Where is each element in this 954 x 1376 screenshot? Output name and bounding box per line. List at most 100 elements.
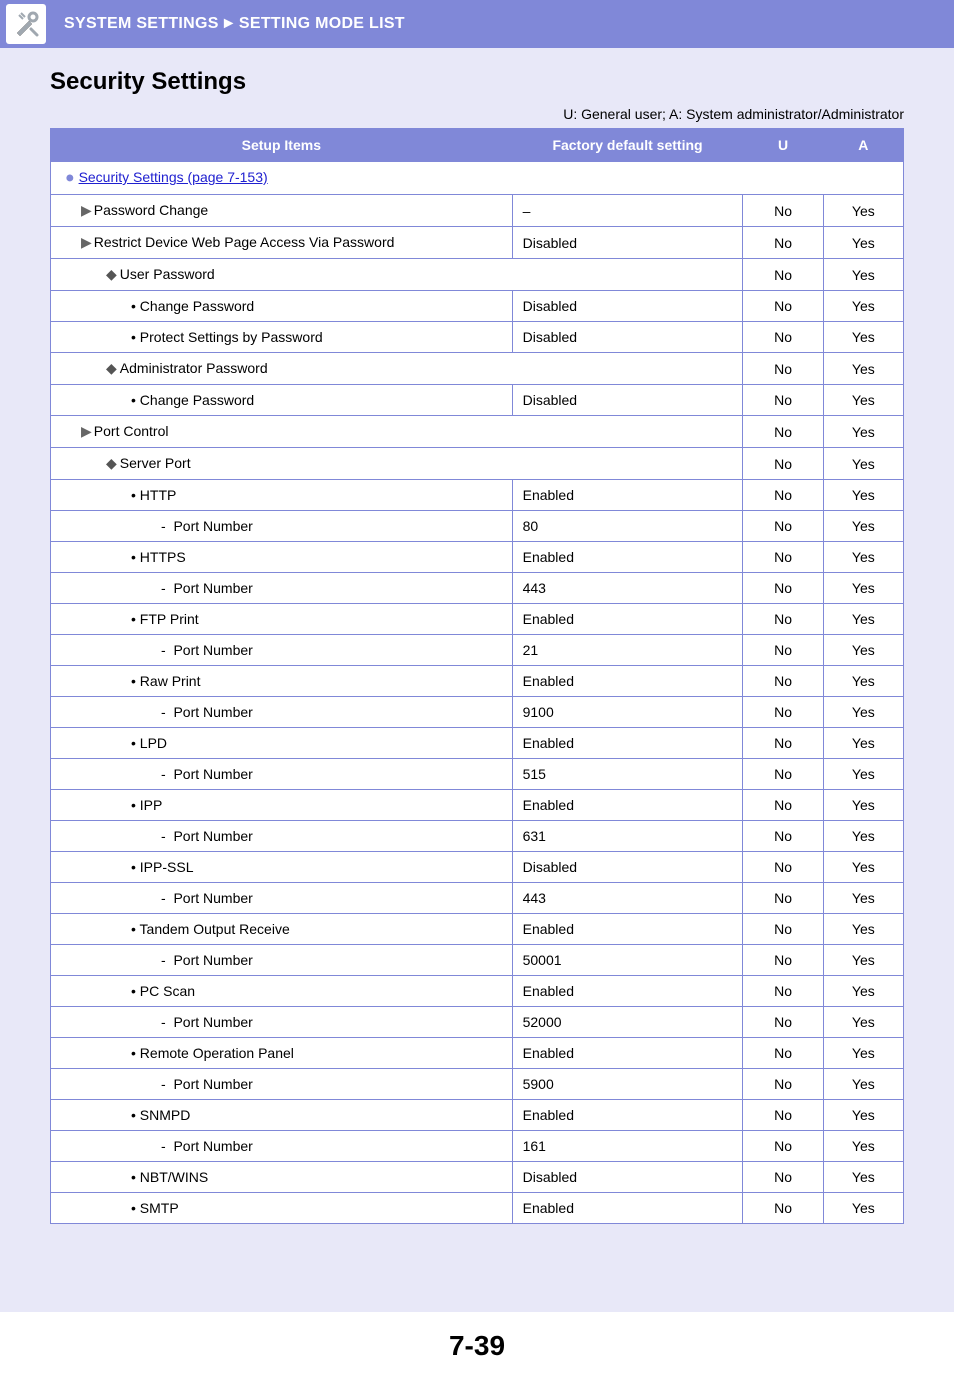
- factory-cell: 50001: [512, 945, 743, 976]
- a-cell: Yes: [823, 1100, 903, 1131]
- u-cell: No: [743, 353, 823, 385]
- a-cell: Yes: [823, 728, 903, 759]
- table-row: - Port Number52000NoYes: [51, 1007, 904, 1038]
- factory-cell: Enabled: [512, 790, 743, 821]
- u-cell: No: [743, 227, 823, 259]
- diamond-icon: ◆: [106, 360, 117, 376]
- table-row: - Port Number161NoYes: [51, 1131, 904, 1162]
- u-cell: No: [743, 883, 823, 914]
- triangle-icon: ▶: [81, 202, 92, 218]
- setup-item-cell: - Port Number: [51, 883, 513, 914]
- u-cell: No: [743, 573, 823, 604]
- a-cell: Yes: [823, 542, 903, 573]
- table-row: • NBT/WINSDisabledNoYes: [51, 1162, 904, 1193]
- breadcrumb-part-b: SETTING MODE LIST: [239, 15, 405, 32]
- factory-cell: 21: [512, 635, 743, 666]
- setup-item-cell: • Tandem Output Receive: [51, 914, 513, 945]
- setup-item-cell: ▶Restrict Device Web Page Access Via Pas…: [51, 227, 513, 259]
- setup-item-cell: ◆Server Port: [51, 448, 743, 480]
- table-row: ▶Restrict Device Web Page Access Via Pas…: [51, 227, 904, 259]
- setup-item-cell: - Port Number: [51, 697, 513, 728]
- breadcrumb-arrow-icon: ►: [221, 15, 237, 32]
- header-bar: SYSTEM SETTINGS►SETTING MODE LIST: [0, 0, 954, 48]
- table-row: ▶Port ControlNoYes: [51, 416, 904, 448]
- section-link-row: ● Security Settings (page 7-153): [51, 162, 904, 195]
- diamond-icon: ◆: [106, 266, 117, 282]
- table-row: • Raw PrintEnabledNoYes: [51, 666, 904, 697]
- triangle-icon: ▶: [81, 423, 92, 439]
- a-cell: Yes: [823, 697, 903, 728]
- a-cell: Yes: [823, 511, 903, 542]
- col-header-a: A: [823, 129, 903, 162]
- u-cell: No: [743, 1069, 823, 1100]
- diamond-icon: ◆: [106, 455, 117, 471]
- factory-cell: Enabled: [512, 542, 743, 573]
- table-row: • SNMPDEnabledNoYes: [51, 1100, 904, 1131]
- factory-cell: Disabled: [512, 291, 743, 322]
- settings-table: Setup Items Factory default setting U A …: [50, 128, 904, 1224]
- table-row: • PC ScanEnabledNoYes: [51, 976, 904, 1007]
- u-cell: No: [743, 666, 823, 697]
- page-number: 7-39: [0, 1312, 954, 1376]
- security-settings-link[interactable]: Security Settings (page 7-153): [79, 169, 268, 185]
- table-row: • Tandem Output ReceiveEnabledNoYes: [51, 914, 904, 945]
- setup-item-cell: • Change Password: [51, 291, 513, 322]
- factory-cell: Enabled: [512, 1038, 743, 1069]
- u-cell: No: [743, 1131, 823, 1162]
- table-row: - Port Number443NoYes: [51, 573, 904, 604]
- factory-cell: Enabled: [512, 480, 743, 511]
- setup-item-cell: - Port Number: [51, 635, 513, 666]
- table-row: • IPP-SSLDisabledNoYes: [51, 852, 904, 883]
- setup-item-cell: • SNMPD: [51, 1100, 513, 1131]
- a-cell: Yes: [823, 227, 903, 259]
- table-row: - Port Number21NoYes: [51, 635, 904, 666]
- u-cell: No: [743, 976, 823, 1007]
- a-cell: Yes: [823, 604, 903, 635]
- u-cell: No: [743, 480, 823, 511]
- triangle-icon: ▶: [81, 234, 92, 250]
- setup-item-cell: • NBT/WINS: [51, 1162, 513, 1193]
- a-cell: Yes: [823, 385, 903, 416]
- setup-item-cell: • Remote Operation Panel: [51, 1038, 513, 1069]
- a-cell: Yes: [823, 291, 903, 322]
- table-row: - Port Number5900NoYes: [51, 1069, 904, 1100]
- u-cell: No: [743, 1162, 823, 1193]
- table-row: • FTP PrintEnabledNoYes: [51, 604, 904, 635]
- setup-item-cell: ▶Password Change: [51, 195, 513, 227]
- u-cell: No: [743, 448, 823, 480]
- u-cell: No: [743, 604, 823, 635]
- a-cell: Yes: [823, 1038, 903, 1069]
- factory-cell: 443: [512, 883, 743, 914]
- u-cell: No: [743, 291, 823, 322]
- legend-text: U: General user; A: System administrator…: [50, 106, 904, 122]
- tools-icon: [6, 4, 46, 44]
- table-row: ◆User PasswordNoYes: [51, 259, 904, 291]
- setup-item-cell: - Port Number: [51, 573, 513, 604]
- a-cell: Yes: [823, 1162, 903, 1193]
- setup-item-cell: ◆Administrator Password: [51, 353, 743, 385]
- setup-item-cell: • SMTP: [51, 1193, 513, 1224]
- table-row: - Port Number443NoYes: [51, 883, 904, 914]
- a-cell: Yes: [823, 852, 903, 883]
- col-header-factory: Factory default setting: [512, 129, 743, 162]
- setup-item-cell: • Protect Settings by Password: [51, 322, 513, 353]
- factory-cell: Enabled: [512, 1100, 743, 1131]
- a-cell: Yes: [823, 480, 903, 511]
- factory-cell: 161: [512, 1131, 743, 1162]
- a-cell: Yes: [823, 448, 903, 480]
- col-header-items: Setup Items: [51, 129, 513, 162]
- a-cell: Yes: [823, 416, 903, 448]
- col-header-u: U: [743, 129, 823, 162]
- breadcrumb-part-a: SYSTEM SETTINGS: [64, 15, 219, 32]
- table-row: • HTTPEnabledNoYes: [51, 480, 904, 511]
- a-cell: Yes: [823, 1193, 903, 1224]
- factory-cell: Enabled: [512, 728, 743, 759]
- setup-item-cell: • Change Password: [51, 385, 513, 416]
- u-cell: No: [743, 385, 823, 416]
- setup-item-cell: - Port Number: [51, 821, 513, 852]
- setup-item-cell: • LPD: [51, 728, 513, 759]
- u-cell: No: [743, 821, 823, 852]
- table-row: • Change PasswordDisabledNoYes: [51, 291, 904, 322]
- setup-item-cell: - Port Number: [51, 511, 513, 542]
- table-row: • Change PasswordDisabledNoYes: [51, 385, 904, 416]
